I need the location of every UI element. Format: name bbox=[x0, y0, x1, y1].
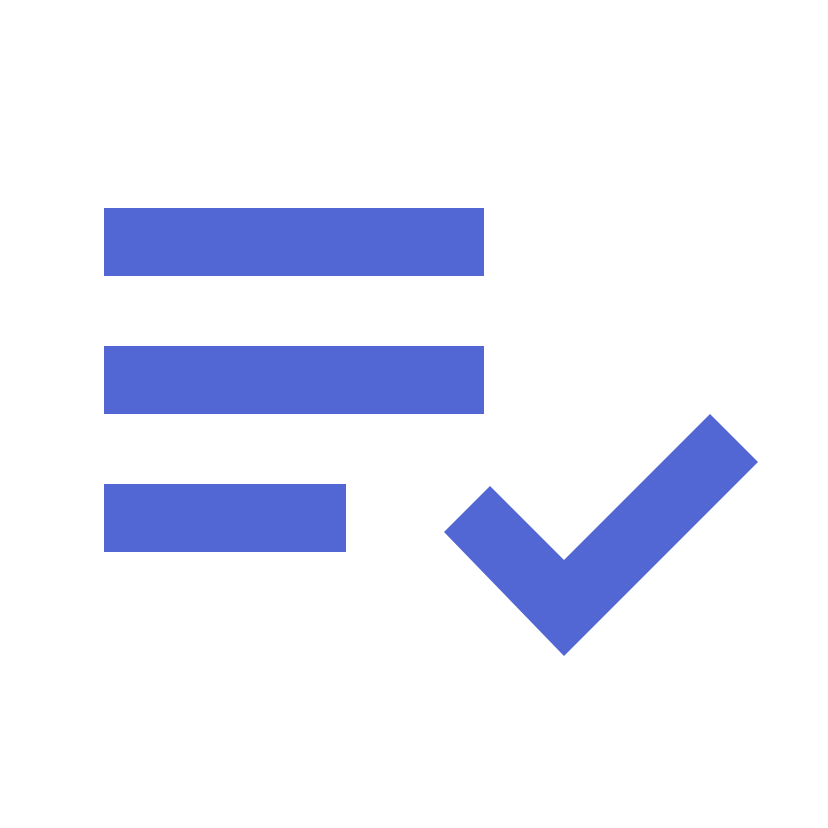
check-mark bbox=[444, 414, 758, 656]
list-line-middle bbox=[104, 346, 484, 414]
playlist-add-check-icon bbox=[104, 208, 758, 656]
icon-canvas bbox=[0, 0, 828, 828]
list-line-short bbox=[104, 484, 346, 552]
list-line-top bbox=[104, 208, 484, 276]
